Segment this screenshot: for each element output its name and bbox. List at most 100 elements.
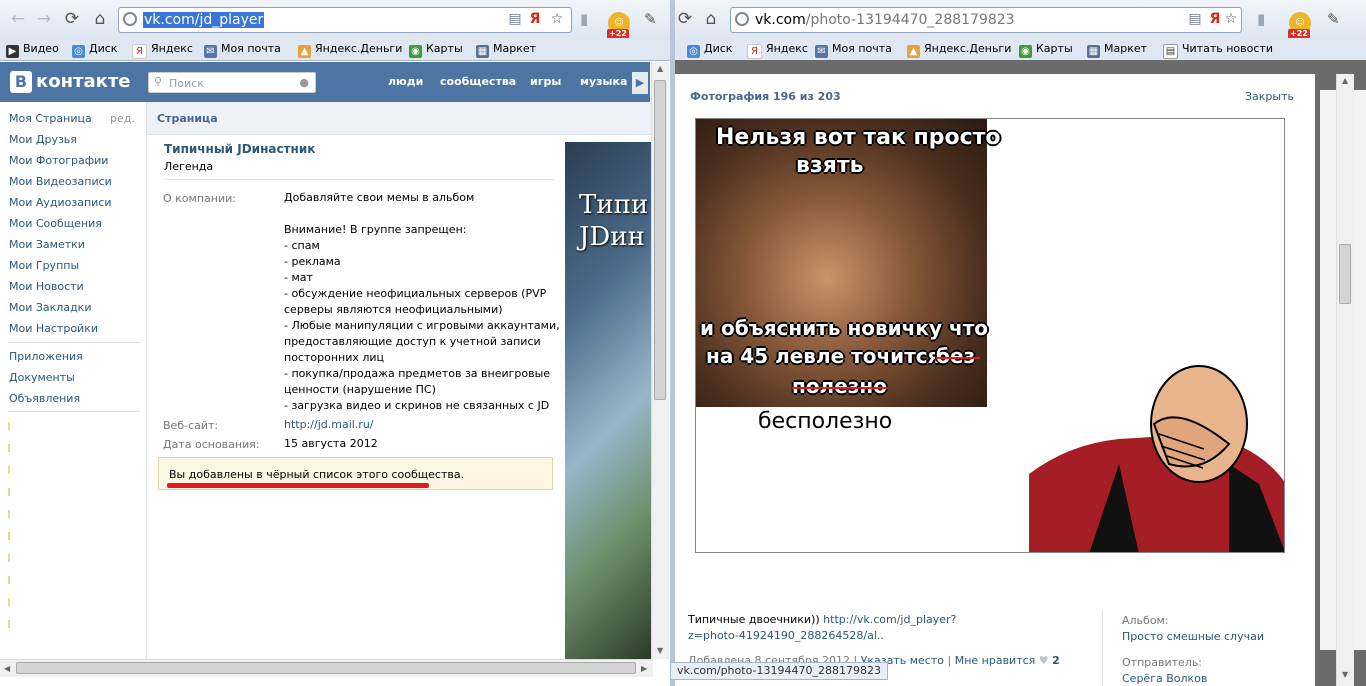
notify-icon[interactable]: ☺ +22	[607, 12, 630, 39]
reload-icon[interactable]: ⟳	[62, 9, 82, 29]
yandex-icon: Я	[132, 44, 147, 59]
about-label: О компании:	[163, 192, 236, 205]
reload-icon[interactable]: ⟳	[675, 9, 695, 29]
vertical-scrollbar[interactable]: ▲ ▼	[1336, 74, 1354, 686]
yandex-icon[interactable]: Я	[527, 11, 543, 27]
sidebar-item-ads[interactable]: Объявления	[9, 392, 80, 406]
back-icon[interactable]: ←	[8, 9, 28, 29]
bookmark-money[interactable]: ▲ Яндекс.Деньги	[907, 40, 1011, 58]
sidebar-item-notes[interactable]: Мои Заметки	[9, 238, 85, 252]
ad-marker	[8, 576, 10, 584]
bookmark-market[interactable]: ▦ Маркет	[476, 40, 536, 58]
address-bar[interactable]: vk.com/jd_player ▤ Я ☆	[118, 7, 572, 33]
bookmark-maps[interactable]: ◉ Карты	[409, 40, 463, 58]
address-url: vk.com/jd_player	[143, 12, 265, 28]
sidebar-item-audio[interactable]: Мои Аудиозаписи	[9, 196, 112, 210]
star-icon[interactable]: ☆	[1223, 11, 1239, 27]
bookmark-yandex[interactable]: Я Яндекс	[132, 40, 193, 59]
scroll-down-icon[interactable]: ▼	[657, 646, 663, 655]
bookmark-market[interactable]: ▦ Маркет	[1087, 40, 1147, 58]
sidebar-item-settings[interactable]: Мои Настройки	[9, 322, 98, 336]
home-icon[interactable]: ⌂	[701, 9, 721, 29]
vk-header: Вконтакте ⚲ Поиск ● люди сообщества игры…	[0, 62, 650, 102]
about-line: - Любые манипуляции с игровыми аккаунтам…	[284, 319, 560, 332]
wrench-icon[interactable]: ✎	[1327, 9, 1340, 29]
sender-link[interactable]: Серёга Волков	[1122, 672, 1207, 685]
yandex-icon: Я	[747, 44, 762, 59]
divider	[1102, 610, 1103, 686]
sidebar-item-bookmarks[interactable]: Мои Закладки	[9, 301, 91, 315]
about-line: Добавляйте свои мемы в альбом	[284, 191, 475, 204]
scroll-left-icon[interactable]: ◀	[4, 664, 10, 673]
notify-icon[interactable]: ☺ +22	[1288, 12, 1311, 39]
forward-icon[interactable]: →	[34, 9, 54, 29]
bookmarks-bar: ◎ Диск Я Яндекс ✉ Моя почта ▲ Яндекс.Деньги …	[675, 38, 1366, 61]
bookmark-label: Яндекс.Деньги	[315, 42, 403, 55]
sidebar-item-photos[interactable]: Мои Фотографии	[9, 154, 108, 168]
heart-icon: ♥	[1038, 654, 1049, 667]
scroll-right-icon[interactable]: ▶	[641, 664, 647, 673]
scroll-thumb[interactable]	[1339, 244, 1351, 304]
sidebar-item-documents[interactable]: Документы	[9, 371, 75, 385]
nav-communities[interactable]: сообщества	[440, 74, 516, 90]
nav-people[interactable]: люди	[388, 74, 423, 90]
scroll-down-icon[interactable]: ▼	[1342, 670, 1348, 679]
sidebar-item-news[interactable]: Мои Новости	[9, 280, 84, 294]
nav-more-arrow-icon[interactable]: ▶	[632, 72, 648, 94]
signal-icon[interactable]: ▮	[1257, 9, 1265, 29]
mail-icon: ✉	[815, 45, 828, 58]
about-line: - реклама	[284, 255, 341, 268]
sidebar-item-my-page[interactable]: Моя Страница	[9, 112, 92, 126]
website-link[interactable]: http://jd.mail.ru/	[284, 417, 374, 433]
about-line: Внимание! В группе запрещен:	[284, 223, 467, 236]
page-icon[interactable]: ▤	[507, 11, 523, 27]
sidebar-item-friends[interactable]: Мои Друзья	[9, 133, 77, 147]
user-icon[interactable]: ●	[299, 76, 309, 89]
scroll-up-icon[interactable]: ▲	[657, 64, 663, 73]
address-bar[interactable]: vk.com/photo-13194470_288179823 ▤ Я ☆	[730, 7, 1242, 33]
bookmark-video[interactable]: ▶ Видео	[6, 40, 59, 58]
browser-toolbar: ← → ⟳ ⌂ vk.com/jd_player ▤ Я ☆ ▮ ☺ +22 ✎	[0, 0, 670, 39]
sender-label: Отправитель:	[1122, 656, 1203, 669]
edit-link[interactable]: ред.	[110, 112, 135, 125]
vk-logo[interactable]: Вконтакте	[10, 70, 130, 94]
signal-icon[interactable]: ▮	[580, 9, 588, 29]
yandex-icon[interactable]: Я	[1207, 11, 1223, 27]
group-content: Страница Типичный JDинастник Легенда О к…	[146, 102, 651, 659]
search-icon: ⚲	[154, 75, 163, 88]
bookmark-news[interactable]: ▤ Читать новости	[1163, 40, 1273, 59]
scroll-thumb[interactable]	[16, 662, 636, 674]
scroll-up-icon[interactable]: ▲	[1342, 76, 1348, 85]
scroll-thumb[interactable]	[654, 80, 666, 400]
nav-games[interactable]: игры	[530, 74, 561, 90]
bookmark-mail[interactable]: ✉ Моя почта	[204, 40, 281, 58]
cover-text: Типи	[579, 190, 649, 220]
bookmark-money[interactable]: ▲ Яндекс.Деньги	[298, 40, 402, 58]
like-button[interactable]: Мне нравится	[955, 654, 1036, 667]
bookmark-disk[interactable]: ◎ Диск	[72, 40, 117, 58]
bookmark-yandex[interactable]: Я Яндекс	[747, 40, 808, 59]
sidebar-item-apps[interactable]: Приложения	[9, 350, 83, 364]
meme-photo[interactable]: Нельзя вот так просто взять и объяснить …	[695, 118, 1285, 553]
right-browser-window: ⟳ ⌂ vk.com/photo-13194470_288179823 ▤ Я …	[675, 0, 1366, 686]
album-link[interactable]: Просто смешные случаи	[1122, 630, 1264, 643]
meme-text-struck: полезно	[792, 374, 887, 398]
sidebar-item-videos[interactable]: Мои Видеозаписи	[9, 175, 112, 189]
bookmark-disk[interactable]: ◎ Диск	[687, 40, 732, 58]
meme-text: и объяснить новичку что	[700, 316, 989, 340]
sidebar-item-messages[interactable]: Мои Сообщения	[9, 217, 102, 231]
search-input[interactable]: ⚲ Поиск ●	[148, 72, 316, 93]
caption-text: Типичные двоечники))	[688, 613, 820, 626]
page-icon[interactable]: ▤	[1187, 11, 1203, 27]
nav-music[interactable]: музыка	[580, 74, 627, 90]
bookmark-mail[interactable]: ✉ Моя почта	[815, 40, 892, 58]
bookmark-maps[interactable]: ◉ Карты	[1019, 40, 1073, 58]
star-icon[interactable]: ☆	[549, 11, 565, 27]
wrench-icon[interactable]: ✎	[644, 9, 657, 29]
sidebar-item-groups[interactable]: Мои Группы	[9, 259, 79, 273]
home-icon[interactable]: ⌂	[90, 9, 110, 29]
vertical-scrollbar[interactable]: ▲ ▼	[651, 62, 669, 659]
close-link[interactable]: Закрыть	[1245, 90, 1294, 103]
bookmark-label: Карты	[1036, 42, 1073, 55]
horizontal-scrollbar[interactable]: ◀ ▶	[0, 659, 653, 677]
